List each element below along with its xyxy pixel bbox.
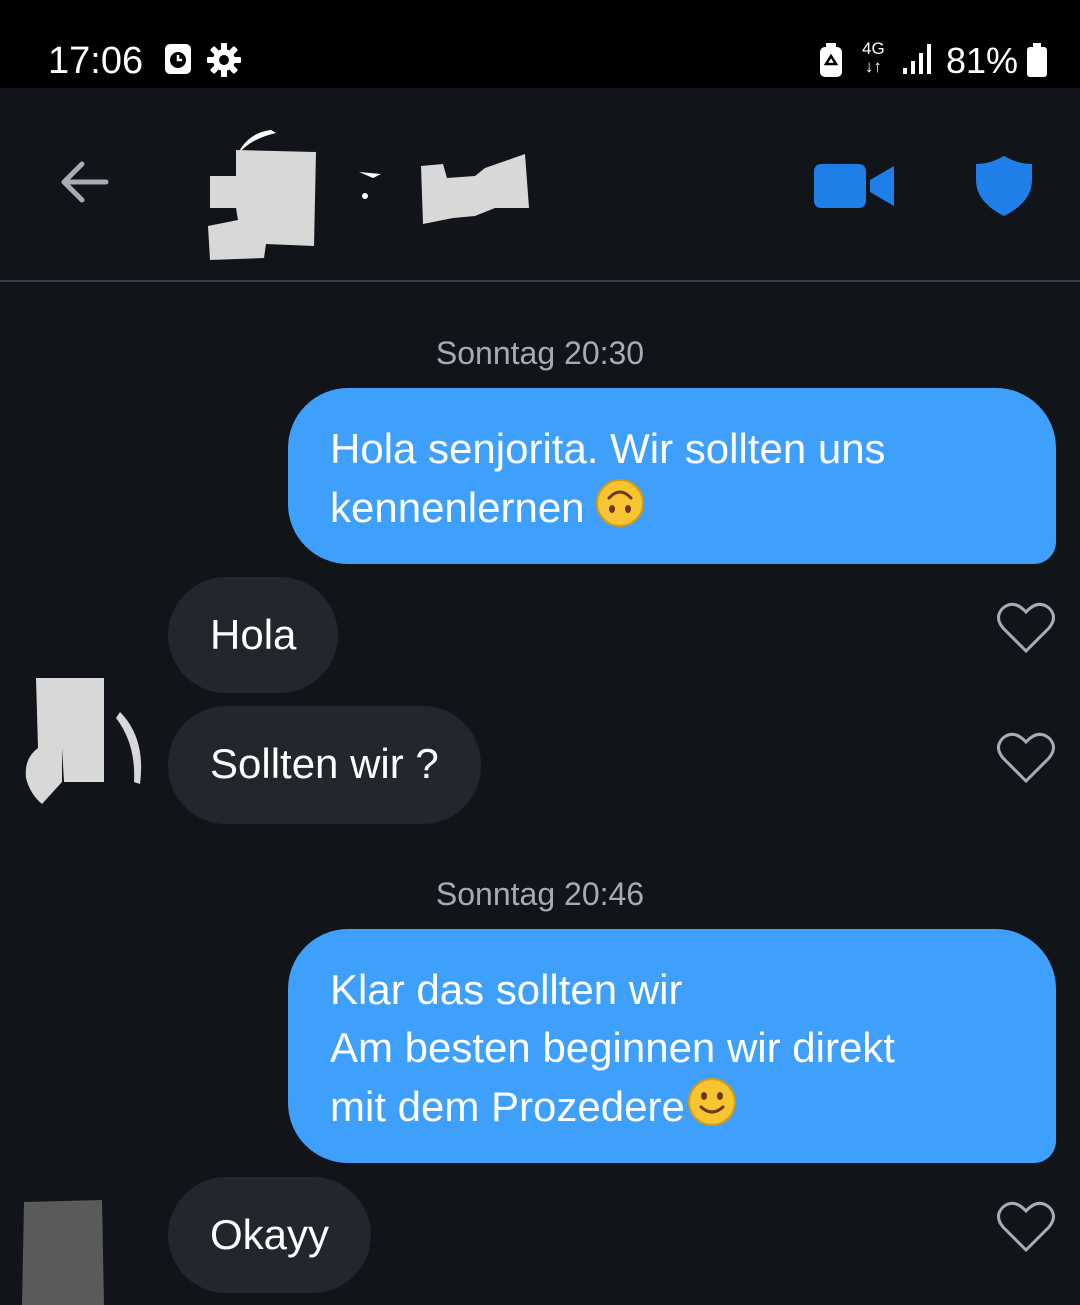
video-call-icon[interactable] — [814, 158, 896, 214]
message-line: Klar das sollten wir — [330, 966, 683, 1013]
signal-icon — [903, 44, 931, 74]
received-message[interactable]: Hola — [168, 577, 339, 693]
sent-message[interactable]: Hola senjorita. Wir sollten uns kennenle… — [288, 388, 1056, 564]
shield-icon[interactable] — [974, 154, 1034, 218]
battery-saver-icon — [820, 43, 842, 77]
alarm-icon — [165, 44, 191, 74]
message-text: Okayy — [210, 1211, 330, 1258]
timestamp: Sonntag 20:46 — [435, 876, 645, 912]
sent-message[interactable]: Klar das sollten wir Am besten beginnen … — [288, 929, 1056, 1163]
status-time: 17:06 — [48, 40, 144, 82]
contact-name-redacted[interactable] — [355, 148, 535, 228]
heart-icon[interactable] — [996, 1200, 1056, 1254]
message-text: Hola — [210, 611, 297, 658]
timestamp: Sonntag 20:30 — [435, 335, 645, 371]
contact-avatar-small[interactable] — [20, 1200, 106, 1305]
message-line: Hola senjorita. Wir sollten uns — [330, 425, 886, 472]
message-text: Sollten wir ? — [210, 740, 439, 787]
heart-icon[interactable] — [996, 601, 1056, 655]
chat-header — [0, 88, 1080, 282]
heart-icon[interactable] — [996, 731, 1056, 785]
network-4g-icon: 4G ↓↑ — [862, 39, 885, 76]
status-bar: 17:06 4G ↓↑ 81% — [0, 0, 1080, 88]
message-line: kennenlernen — [330, 484, 585, 531]
message-line: mit dem Prozedere — [330, 1083, 685, 1130]
received-message[interactable]: Sollten wir ? — [168, 706, 481, 824]
message-line: Am besten beginnen wir direkt — [330, 1024, 895, 1071]
network-type: 4G — [862, 39, 885, 58]
settings-gear-icon — [207, 43, 241, 77]
contact-avatar[interactable] — [206, 128, 318, 260]
slightly-smiling-face-emoji-icon — [687, 1078, 736, 1126]
arrow-left-icon[interactable] — [56, 154, 112, 210]
battery-percent: 81% — [946, 40, 1019, 81]
battery-icon — [1027, 43, 1047, 77]
contact-avatar-small[interactable] — [24, 678, 146, 806]
upside-down-face-emoji-icon — [595, 479, 644, 527]
received-message[interactable]: Okayy — [168, 1177, 372, 1293]
